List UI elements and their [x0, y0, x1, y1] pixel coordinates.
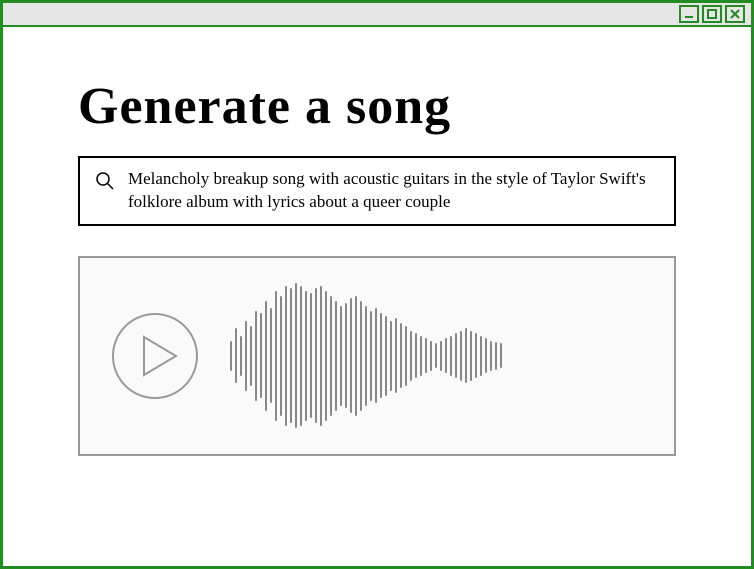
waveform-bar	[500, 343, 502, 368]
waveform-bar	[380, 313, 382, 398]
waveform-bar	[425, 338, 427, 373]
prompt-input[interactable]: Melancholy breakup song with acoustic gu…	[128, 168, 660, 214]
waveform-bar	[395, 318, 397, 393]
waveform-bar	[355, 296, 357, 416]
minimize-button[interactable]	[679, 5, 699, 23]
waveform-bar	[485, 338, 487, 373]
waveform-bar	[240, 336, 242, 376]
waveform-bar	[305, 291, 307, 421]
waveform-bar	[320, 286, 322, 426]
waveform-bar	[460, 331, 462, 381]
close-button[interactable]	[725, 5, 745, 23]
waveform-bar	[465, 328, 467, 383]
waveform-bar	[410, 331, 412, 381]
waveform-bar	[365, 306, 367, 406]
waveform-bar	[335, 301, 337, 411]
content-area: Generate a song Melancholy breakup song …	[3, 27, 751, 486]
waveform-bar	[450, 336, 452, 376]
waveform-bar	[430, 341, 432, 371]
close-icon	[729, 8, 741, 20]
waveform-bar	[325, 291, 327, 421]
waveform-bar	[415, 333, 417, 378]
waveform-bar	[370, 311, 372, 401]
waveform-bar	[260, 313, 262, 398]
waveform-bar	[445, 338, 447, 373]
waveform-bar	[315, 288, 317, 423]
waveform-bar	[345, 303, 347, 408]
waveform-bar	[275, 291, 277, 421]
waveform-bar	[245, 321, 247, 391]
waveform-bar	[400, 323, 402, 388]
waveform-bar	[270, 308, 272, 403]
waveform-bar	[285, 286, 287, 426]
waveform-bar	[300, 286, 302, 426]
prompt-input-container[interactable]: Melancholy breakup song with acoustic gu…	[78, 156, 676, 226]
waveform-bar	[435, 343, 437, 368]
waveform-bar	[475, 333, 477, 378]
waveform-bar	[295, 283, 297, 428]
app-window: Generate a song Melancholy breakup song …	[0, 0, 754, 569]
waveform-bar	[375, 308, 377, 403]
waveform-bar	[455, 333, 457, 378]
search-icon	[94, 170, 116, 197]
waveform-bar	[490, 341, 492, 371]
waveform-bar	[495, 342, 497, 370]
waveform-bar	[440, 341, 442, 371]
waveform-bar	[250, 326, 252, 386]
waveform-bar	[385, 316, 387, 396]
waveform-bar	[265, 301, 267, 411]
waveform-bar	[390, 321, 392, 391]
maximize-icon	[706, 8, 718, 20]
waveform-bar	[235, 328, 237, 383]
waveform-bar	[255, 311, 257, 401]
audio-player	[78, 256, 676, 456]
play-icon	[110, 311, 200, 401]
maximize-button[interactable]	[702, 5, 722, 23]
titlebar	[3, 3, 751, 27]
waveform-bar	[230, 341, 232, 371]
waveform-bar	[480, 336, 482, 376]
waveform-bar	[310, 293, 312, 418]
waveform-bar	[330, 296, 332, 416]
waveform-bar	[280, 296, 282, 416]
play-button[interactable]	[110, 311, 200, 401]
waveform-bar	[290, 288, 292, 423]
waveform-bar	[360, 301, 362, 411]
waveform-bar	[470, 331, 472, 381]
waveform-bar	[405, 326, 407, 386]
page-title: Generate a song	[78, 77, 676, 136]
waveform-bar	[420, 336, 422, 376]
waveform-bar	[350, 298, 352, 413]
minimize-icon	[683, 8, 695, 20]
waveform-bar	[340, 306, 342, 406]
waveform[interactable]	[230, 281, 644, 431]
